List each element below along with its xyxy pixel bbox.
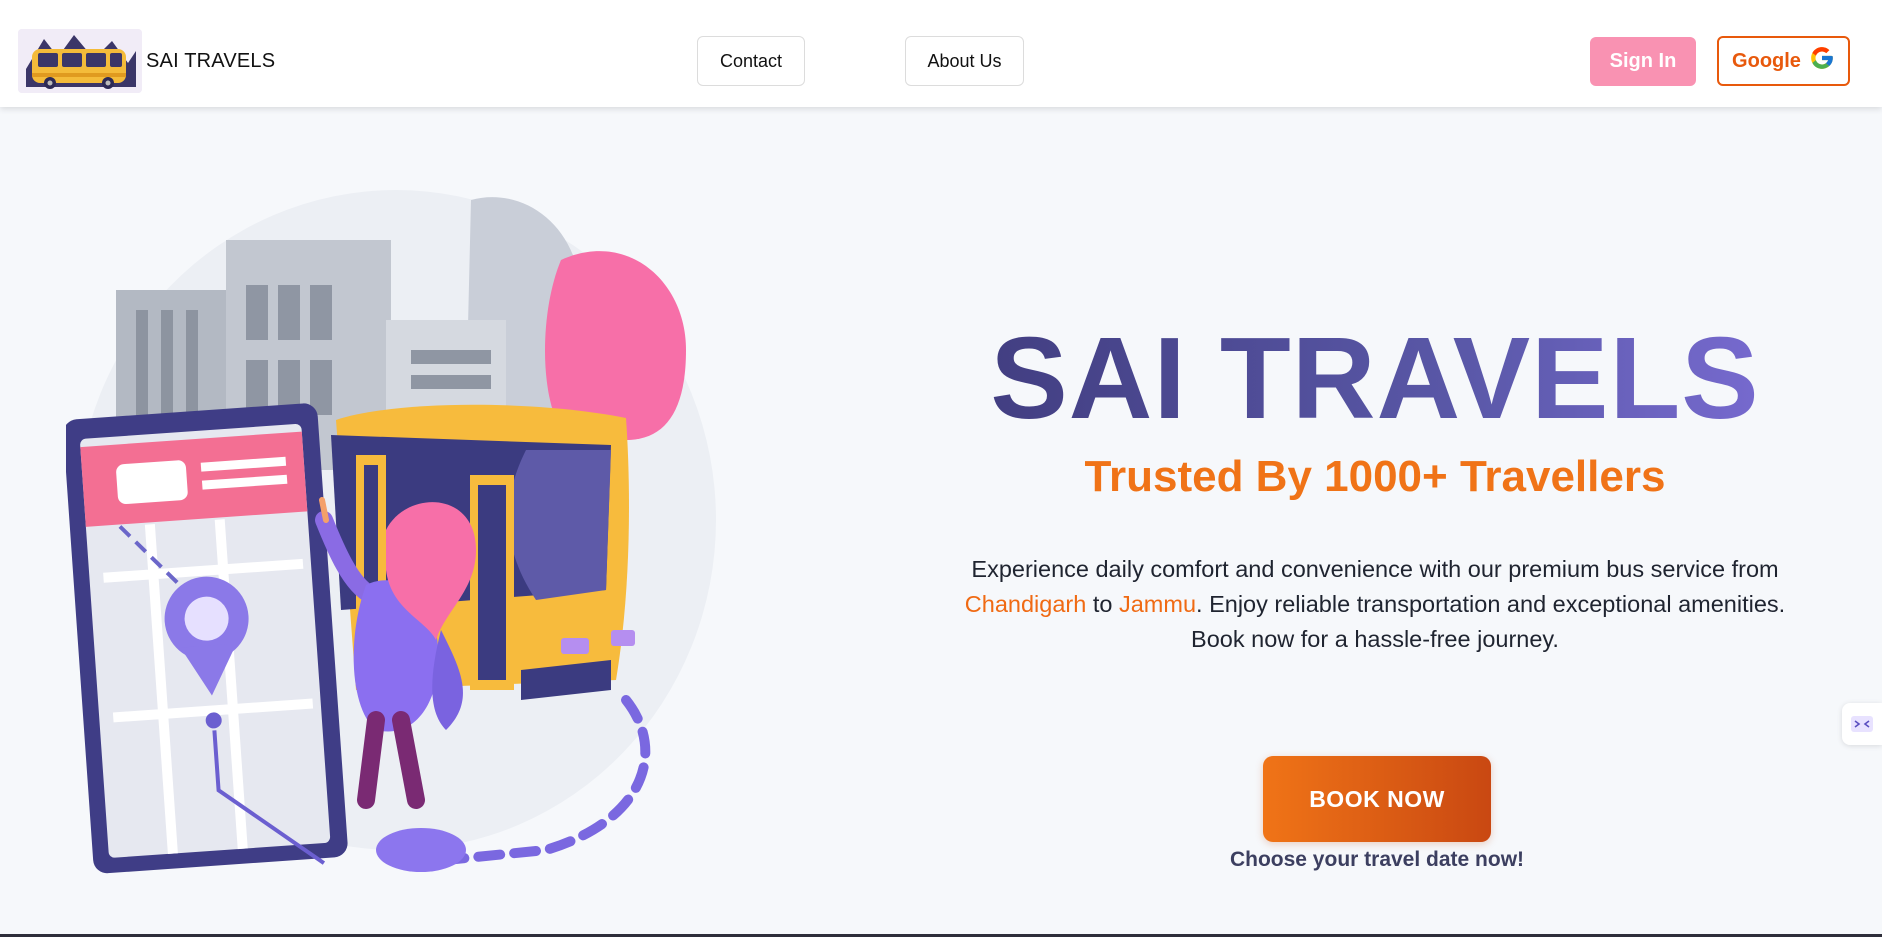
google-signin-button[interactable]: Google bbox=[1717, 36, 1850, 86]
collapse-arrows-icon[interactable] bbox=[1842, 703, 1882, 745]
hero-subtitle: Trusted By 1000+ Travellers bbox=[1084, 452, 1666, 501]
bus-logo-icon bbox=[18, 29, 142, 93]
origin-city: Chandigarh bbox=[964, 591, 1087, 617]
book-note: Choose your travel date now! bbox=[1229, 848, 1525, 871]
desc-part2: . Enjoy reliable transportation and exce… bbox=[1191, 591, 1786, 652]
bus-travel-illustration bbox=[63, 190, 786, 890]
hero-description: Experience daily comfort and convenience… bbox=[960, 552, 1790, 657]
page: SAI TRAVELS Contact About Us Sign In Goo… bbox=[0, 0, 1882, 937]
desc-part1: Experience daily comfort and convenience… bbox=[971, 556, 1779, 582]
sign-in-button[interactable]: Sign In bbox=[1590, 37, 1696, 86]
brand-name: SAI TRAVELS bbox=[146, 49, 276, 72]
google-label: Google bbox=[1732, 49, 1801, 72]
destination-city: Jammu bbox=[1118, 591, 1197, 617]
desc-connector: to bbox=[1086, 591, 1119, 617]
top-navbar: SAI TRAVELS Contact About Us Sign In Goo… bbox=[0, 0, 1882, 107]
brand[interactable]: SAI TRAVELS bbox=[18, 29, 275, 93]
about-us-button[interactable]: About Us bbox=[905, 36, 1024, 86]
hero-title: SAI TRAVELS bbox=[930, 320, 1820, 436]
book-now-button[interactable]: BOOK NOW bbox=[1263, 756, 1491, 842]
contact-button[interactable]: Contact bbox=[697, 36, 805, 86]
google-g-icon bbox=[1809, 45, 1835, 77]
